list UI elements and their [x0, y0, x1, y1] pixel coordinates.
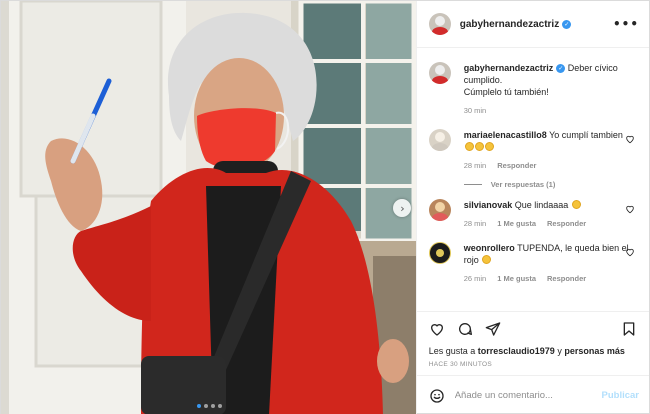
comment-item: weonrollero TUPENDA, le queda bien el ro… [428, 242, 637, 285]
verified-badge-icon: ✓ [556, 64, 566, 73]
likes-summary: Les gusta a torresclaudio1979 y personas… [417, 345, 649, 357]
commenter-avatar[interactable] [428, 199, 451, 221]
comment-item: mariaelenacastillo8 Yo cumplí tambien 28… [428, 129, 637, 172]
photo-illustration [1, 1, 416, 414]
commenter-avatar[interactable] [428, 129, 451, 151]
comment-time: 28 min [463, 219, 487, 228]
commenter-avatar[interactable] [428, 242, 451, 264]
author-username[interactable]: gabyhernandezactriz ✓ [460, 19, 572, 30]
comment-likes-count[interactable]: 1 Me gusta [497, 218, 536, 230]
comments-list: gabyhernandezactriz ✓ Deber cívico cumpli… [417, 48, 649, 311]
bookmark-icon[interactable] [621, 321, 637, 337]
more-options-icon[interactable]: ••• [613, 17, 639, 31]
carousel-indicator [1, 404, 416, 408]
post-photo[interactable]: › [1, 1, 416, 414]
add-comment-input[interactable] [454, 390, 602, 401]
heart-icon[interactable] [429, 321, 445, 337]
comment-username[interactable]: mariaelenacastillo8 [464, 130, 547, 140]
reply-button[interactable]: Responder [497, 160, 536, 172]
likes-joiner: y [557, 346, 562, 356]
carousel-dot [217, 404, 222, 408]
heart-eyes-emoji-icon [571, 200, 581, 209]
comment-time: 26 min [463, 274, 487, 283]
comment-username[interactable]: silvianovak [464, 200, 513, 210]
reply-button[interactable]: Responder [547, 218, 586, 230]
carousel-dot [196, 404, 201, 408]
reply-button[interactable]: Responder [547, 273, 586, 285]
caption-username[interactable]: gabyhernandezactriz [464, 63, 554, 73]
comment-like-heart-icon[interactable] [625, 134, 635, 144]
author-avatar[interactable] [428, 13, 451, 35]
view-replies-button[interactable]: Ver respuestas (1) [464, 180, 637, 189]
verified-badge-icon: ✓ [562, 19, 572, 29]
post-actions-bar [416, 311, 649, 345]
carousel-next-button[interactable]: › [393, 199, 411, 217]
carousel-dot [210, 404, 215, 408]
comment-icon[interactable] [457, 321, 473, 337]
share-icon[interactable] [485, 321, 501, 337]
comment-item: silvianovak Que lindaaaa 28 min 1 Me gus… [428, 199, 637, 230]
emoji-smile-icon[interactable] [429, 388, 445, 404]
clap-emoji-icon [464, 142, 474, 151]
post-timestamp[interactable]: HACE 30 MINUTOS [417, 357, 649, 375]
comment-like-heart-icon[interactable] [625, 247, 635, 257]
comment-text: Que lindaaaa [514, 200, 569, 210]
author-avatar[interactable] [428, 62, 451, 84]
likes-prefix: Les gusta a [428, 346, 476, 356]
clap-emoji-icon [474, 142, 484, 151]
caption: gabyhernandezactriz ✓ Deber cívico cumpli… [428, 62, 637, 117]
smile-emoji-icon [482, 255, 492, 264]
comment-like-heart-icon[interactable] [625, 204, 635, 214]
likes-others-link[interactable]: personas más [564, 346, 625, 356]
carousel-dot [203, 404, 208, 408]
comment-time: 28 min [463, 161, 487, 170]
publish-button[interactable]: Publicar [602, 390, 640, 401]
comment-likes-count[interactable]: 1 Me gusta [497, 273, 536, 285]
caption-time: 30 min [463, 106, 487, 115]
comment-text: Yo cumplí tambien [549, 130, 623, 140]
add-comment-bar: Publicar [416, 375, 649, 414]
post-side-panel: gabyhernandezactriz ✓ ••• gabyhernandezac… [415, 1, 649, 414]
chevron-right-icon: › [400, 201, 405, 215]
post-header: gabyhernandezactriz ✓ ••• [416, 1, 649, 48]
instagram-post-modal: › gabyhernandezactriz ✓ ••• gabyhernandez… [0, 0, 650, 414]
comment-username[interactable]: weonrollero [464, 243, 515, 253]
likes-user-link[interactable]: torresclaudio1979 [478, 346, 555, 356]
caption-text-line2: Cúmplelo tú también! [463, 87, 549, 97]
clap-emoji-icon [484, 142, 494, 151]
